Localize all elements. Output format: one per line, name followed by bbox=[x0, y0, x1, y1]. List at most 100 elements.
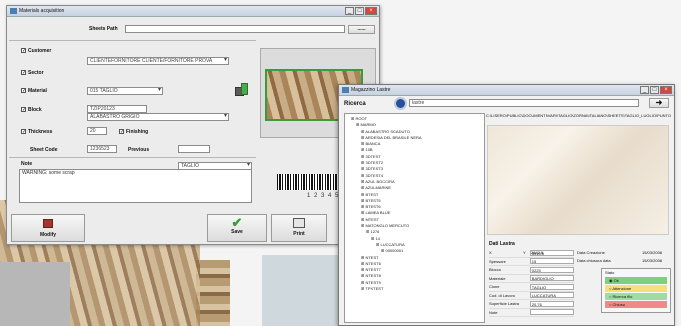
details-list: X 5915.5 Spessore 15 Blocco 0225 Materiale BARD… bbox=[489, 249, 574, 317]
material-select[interactable]: ALABASTRO GRIGIO bbox=[87, 113, 229, 121]
minimize-button[interactable]: _ bbox=[640, 86, 649, 94]
sheets-path-input[interactable] bbox=[125, 25, 345, 33]
tree-node-label: NTEST8 bbox=[365, 273, 381, 279]
print-label: Print bbox=[293, 231, 305, 237]
stato-radio-option[interactable]: ◉ Ok bbox=[605, 277, 667, 284]
barcode-digits: 1 2 3 4 5 bbox=[307, 193, 340, 199]
search-input[interactable]: lastre bbox=[409, 99, 639, 107]
app-icon bbox=[10, 8, 17, 14]
save-button[interactable]: ✔ Save bbox=[207, 214, 267, 242]
previous-input[interactable] bbox=[178, 145, 210, 153]
modify-label: Modify bbox=[39, 232, 57, 238]
tree-node-label: ALABASTRO SCADUTO bbox=[365, 128, 410, 134]
stato-radio-option[interactable]: ○ Chiuso bbox=[605, 301, 667, 308]
tree-node-label: NTEST9 bbox=[365, 279, 381, 285]
y-value: 2842.6 bbox=[531, 250, 544, 255]
window-titlebar: Materials acquisition _ □ × bbox=[7, 6, 379, 17]
y-label: Y bbox=[523, 250, 526, 255]
detail-key: Superficie Lastra bbox=[489, 301, 520, 307]
sector-select[interactable]: 015 TAGLIO bbox=[87, 87, 163, 95]
tree-node-label: 1276 bbox=[370, 229, 380, 235]
date-created-value: 15/03/2008 bbox=[642, 250, 663, 255]
window-title: Magazzino Lastre bbox=[351, 87, 391, 93]
detail-value[interactable]: BARDIGLIO bbox=[529, 275, 574, 282]
magazzino-lastre-window: Magazzino Lastre _ □ × Ricerca lastre ➜ … bbox=[338, 84, 675, 326]
finishing-checkbox[interactable]: ✓ bbox=[119, 129, 124, 135]
search-globe-icon[interactable] bbox=[394, 97, 407, 110]
tree-node-label: 3DTEST bbox=[365, 153, 381, 159]
material-stack-icon[interactable] bbox=[235, 83, 249, 97]
detail-key: Cod. di Lavoro bbox=[489, 292, 516, 298]
modify-button[interactable]: Modify bbox=[11, 214, 85, 242]
detail-value[interactable]: 0225 bbox=[529, 266, 574, 273]
tree-node-label: ROOT bbox=[355, 116, 368, 121]
printer-icon bbox=[293, 218, 305, 228]
sheet-image bbox=[487, 125, 669, 235]
date-created-label: Data Creazione bbox=[577, 250, 605, 255]
tree-node-label: 3DTEST2 bbox=[365, 160, 384, 166]
sheet-code-label: Sheet Code bbox=[30, 147, 58, 153]
stato-radio-option[interactable]: ○ Attenzione bbox=[605, 285, 667, 292]
tree-node-label: BIANCA bbox=[365, 141, 381, 147]
tree-node-label: MARMO bbox=[360, 122, 376, 128]
material-label: Material bbox=[28, 88, 47, 94]
sector-checkbox[interactable]: ✓ bbox=[21, 70, 26, 76]
tree-node-label: MATONGLO MERCUTO bbox=[365, 223, 410, 229]
materials-tree[interactable]: ⊞ ROOT ⊞ MARMO ⊞ ALABASTRO SCADUTO ⊞ ARDESI… bbox=[344, 113, 485, 323]
tree-node-label: BTEST bbox=[365, 191, 379, 197]
tree-node[interactable]: ⊞ TPXTEST bbox=[351, 286, 484, 292]
detail-value[interactable] bbox=[529, 309, 574, 316]
image-path-text: C:\LISERO\PUBLIC\DOCUMENTI\VARI\TAGLIO\Z… bbox=[486, 113, 671, 118]
customer-label: Customer bbox=[28, 48, 52, 54]
detail-row: Blocco 0225 bbox=[489, 266, 574, 275]
checkmark-icon: ✔ bbox=[231, 215, 243, 230]
detail-key: Note bbox=[489, 309, 498, 315]
go-arrow-button[interactable]: ➜ bbox=[649, 98, 669, 108]
stato-label: Stato bbox=[605, 270, 615, 275]
note-textarea[interactable]: WARNING: some scrap bbox=[19, 169, 252, 203]
print-button[interactable]: Print bbox=[271, 214, 327, 242]
customer-select[interactable]: CLIENTEFORNITORE CLIENTE/FORNITORE PROVA bbox=[87, 57, 229, 65]
block-checkbox[interactable]: ✓ bbox=[21, 107, 26, 113]
tree-node-label: LAMEA BLUE bbox=[365, 210, 391, 216]
material-checkbox[interactable]: ✓ bbox=[21, 88, 26, 94]
close-button[interactable]: × bbox=[365, 7, 377, 15]
detail-value[interactable]: TAGLIO bbox=[529, 283, 574, 290]
stato-group: Stato ◉ Ok ○ Attenzione ○ Ricerca filo ○ Ch… bbox=[601, 268, 671, 313]
block-input[interactable]: TZIP20123 bbox=[87, 105, 147, 113]
window-title: Materials acquisition bbox=[19, 8, 65, 14]
detail-value[interactable]: 15 bbox=[529, 258, 574, 265]
detail-value[interactable]: 20.76 bbox=[529, 300, 574, 307]
search-label: Ricerca bbox=[344, 101, 366, 107]
date-closed-value: 15/03/2008 bbox=[642, 258, 663, 263]
previous-label: Previous bbox=[128, 147, 150, 153]
sheet-code-input[interactable]: 1236523 bbox=[87, 145, 117, 153]
detail-row: Clone TAGLIO bbox=[489, 283, 574, 292]
customer-checkbox[interactable]: ✓ bbox=[21, 48, 26, 54]
browse-button[interactable]: ...... bbox=[348, 25, 375, 34]
stato-option-label: Ricerca filo bbox=[612, 294, 633, 299]
thickness-input[interactable]: 20 bbox=[87, 127, 107, 135]
close-button[interactable]: × bbox=[660, 86, 672, 94]
tree-node-label: 3DTEST4 bbox=[365, 172, 384, 178]
detail-key: Clone bbox=[489, 284, 500, 290]
detail-key: Spessore bbox=[489, 258, 506, 264]
save-label: Save bbox=[231, 229, 243, 235]
detail-value[interactable]: LUCCATURA bbox=[529, 292, 574, 299]
stato-option-label: Ok bbox=[613, 278, 619, 283]
maximize-button[interactable]: □ bbox=[650, 86, 659, 94]
minimize-button[interactable]: _ bbox=[345, 7, 354, 15]
stato-radio-option[interactable]: ○ Ricerca filo bbox=[605, 293, 667, 300]
tree-node-label: 00000001 bbox=[385, 248, 404, 254]
maximize-button[interactable]: □ bbox=[355, 7, 364, 15]
tree-node-label: 10B bbox=[365, 147, 373, 153]
divider bbox=[9, 157, 256, 158]
detail-row: Cod. di Lavoro LUCCATURA bbox=[489, 292, 574, 300]
date-closed-label: Data chiusura data bbox=[577, 258, 611, 263]
thickness-checkbox[interactable]: ✓ bbox=[21, 129, 26, 135]
tree-node-label: ARDESIA DEL BRASILE NERA bbox=[365, 134, 422, 140]
sheets-path-label: Sheets Path bbox=[89, 26, 118, 32]
background-grey-block bbox=[0, 262, 70, 326]
detail-row: Note bbox=[489, 309, 574, 317]
tree-node-label: NTEST bbox=[365, 254, 379, 260]
